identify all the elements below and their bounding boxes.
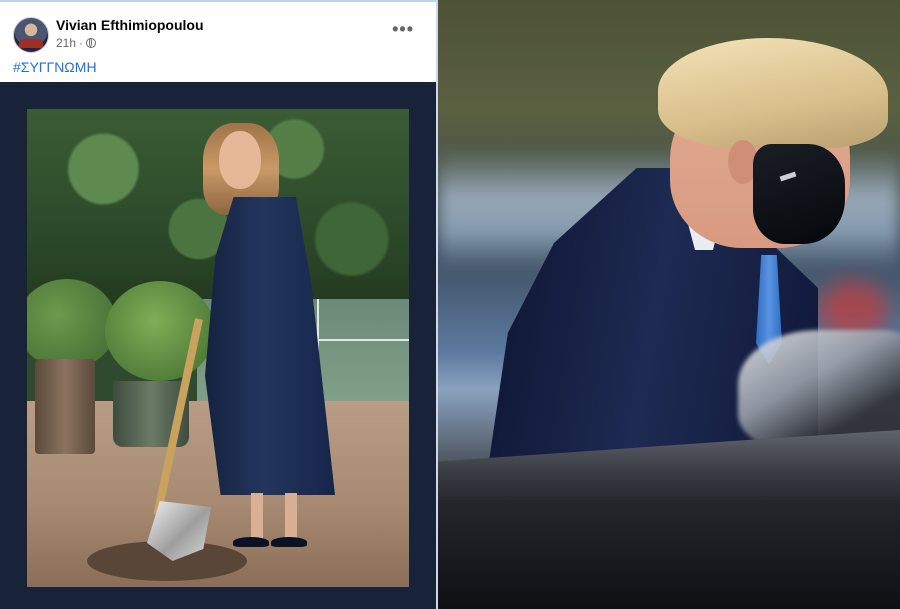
man-hair bbox=[658, 38, 888, 148]
author-avatar[interactable] bbox=[13, 17, 49, 53]
post-meta: 21h · bbox=[56, 36, 97, 50]
facebook-post: Vivian Efthimiopoulou 21h · ••• #ΣΥΓΓΝΩΜ… bbox=[0, 0, 438, 609]
hashtag-link[interactable]: #ΣΥΓΓΝΩΜΗ bbox=[13, 59, 97, 75]
face-mask bbox=[753, 144, 845, 244]
post-timestamp[interactable]: 21h bbox=[56, 36, 76, 50]
globe-icon bbox=[86, 38, 97, 48]
news-photo[interactable] bbox=[438, 0, 900, 609]
woman-shoe bbox=[271, 537, 307, 547]
meta-separator: · bbox=[79, 36, 84, 50]
woman-shoe bbox=[233, 537, 269, 547]
woman-leg bbox=[285, 493, 297, 541]
woman-leg bbox=[251, 493, 263, 541]
planter-left bbox=[35, 359, 95, 454]
more-options-icon[interactable]: ••• bbox=[392, 20, 414, 38]
woman-face bbox=[219, 131, 261, 189]
post-photo[interactable] bbox=[27, 109, 409, 587]
potted-bush-left bbox=[27, 279, 117, 369]
author-name[interactable]: Vivian Efthimiopoulou bbox=[56, 17, 204, 33]
post-header: Vivian Efthimiopoulou 21h · ••• #ΣΥΓΓΝΩΜ… bbox=[0, 0, 436, 82]
car-body bbox=[438, 500, 900, 609]
